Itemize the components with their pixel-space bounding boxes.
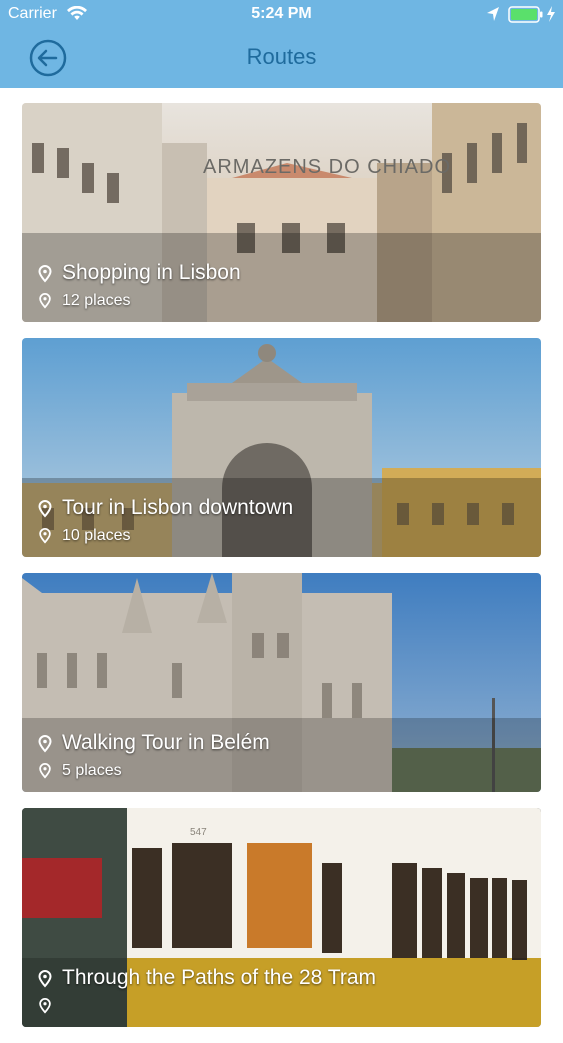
route-card-belem[interactable]: Walking Tour in Belém 5 places — [22, 573, 541, 792]
route-name: Shopping in Lisbon — [62, 261, 241, 284]
tram-number: 547 — [190, 827, 207, 838]
route-image-chiado: ARMAZENS DO CHIADO — [22, 103, 541, 322]
route-image-arch — [22, 338, 541, 557]
status-bar: Carrier 5:24 PM — [0, 0, 563, 30]
route-name: Tour in Lisbon downtown — [62, 496, 294, 519]
route-places-count: 10 places — [62, 527, 131, 544]
places-pin-icon — [38, 292, 52, 314]
route-card-downtown[interactable]: Tour in Lisbon downtown 10 places — [22, 338, 541, 557]
route-places-count: 5 places — [62, 762, 122, 779]
route-card-shopping[interactable]: ARMAZENS DO CHIADO Shopping in Lisbon 12… — [22, 103, 541, 322]
route-image-jeronimos — [22, 573, 541, 792]
location-arrow-icon — [486, 6, 500, 27]
route-name: Walking Tour in Belém — [62, 731, 270, 754]
routes-list: ARMAZENS DO CHIADO Shopping in Lisbon 12… — [22, 103, 541, 1043]
route-pin-icon — [38, 969, 52, 993]
route-pin-icon — [38, 264, 52, 288]
status-time: 5:24 PM — [251, 5, 312, 22]
places-pin-icon — [38, 997, 52, 1019]
places-pin-icon — [38, 527, 52, 549]
route-pin-icon — [38, 734, 52, 758]
page-title: Routes — [246, 44, 317, 69]
header: Carrier 5:24 PM Routes — [0, 0, 563, 88]
route-pin-icon — [38, 499, 52, 523]
route-name: Through the Paths of the 28 Tram — [62, 966, 377, 989]
charging-bolt-icon — [546, 6, 556, 27]
route-places-count: 12 places — [62, 292, 131, 309]
chiado-sign: ARMAZENS DO CHIADO — [203, 156, 451, 178]
battery-icon — [508, 6, 544, 29]
route-image-tram: 547 — [22, 808, 541, 1027]
places-pin-icon — [38, 762, 52, 784]
route-card-tram28[interactable]: 547 Through the Paths of the 28 Tram — [22, 808, 541, 1027]
